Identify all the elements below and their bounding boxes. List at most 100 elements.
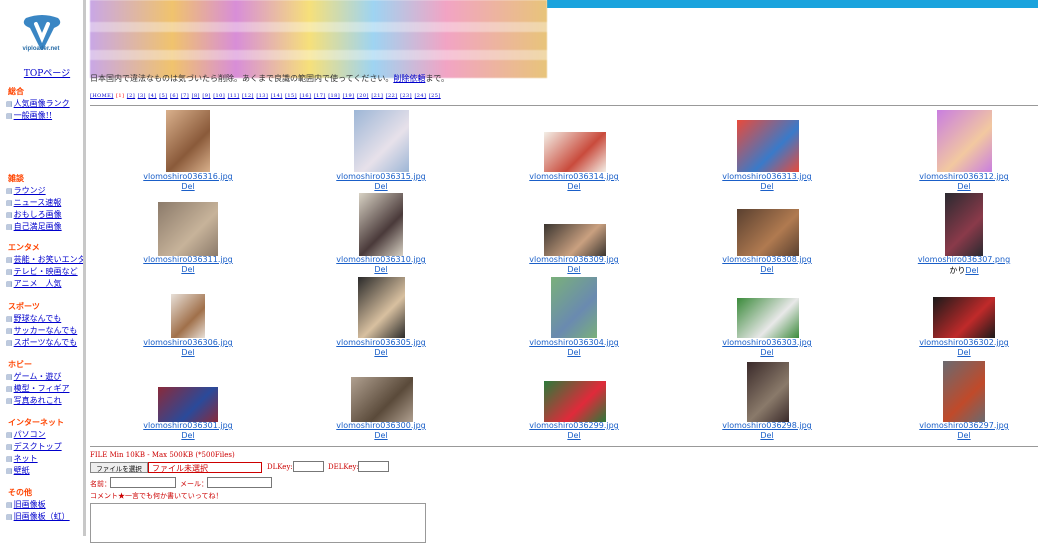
image-filename-link[interactable]: vlomoshiro036307.png: [918, 255, 1010, 264]
image-filename-link[interactable]: vlomoshiro036300.jpg: [336, 421, 425, 430]
sidebar-link[interactable]: ネット: [14, 454, 38, 463]
page-link[interactable]: [21]: [371, 93, 383, 99]
sidebar-link[interactable]: ゲーム・遊び: [14, 372, 62, 381]
image-thumbnail[interactable]: [737, 209, 799, 256]
sidebar-link[interactable]: アニメ 人気: [14, 279, 62, 288]
image-filename-link[interactable]: vlomoshiro036298.jpg: [722, 421, 811, 430]
image-filename-link[interactable]: vlomoshiro036301.jpg: [143, 421, 232, 430]
page-link[interactable]: [10]: [213, 93, 225, 99]
delete-link[interactable]: Del: [760, 431, 773, 440]
image-thumbnail[interactable]: [943, 361, 985, 422]
delete-link[interactable]: Del: [181, 431, 194, 440]
sidebar-link[interactable]: 人気画像ランク: [14, 99, 70, 108]
delete-link[interactable]: Del: [374, 431, 387, 440]
delete-link[interactable]: Del: [965, 266, 978, 275]
page-home-link[interactable]: [HOME]: [90, 93, 114, 99]
delete-link[interactable]: Del: [567, 182, 580, 191]
page-link[interactable]: [7]: [181, 93, 189, 99]
image-filename-link[interactable]: vlomoshiro036304.jpg: [529, 338, 618, 347]
image-thumbnail[interactable]: [171, 294, 205, 338]
page-link[interactable]: [6]: [170, 93, 178, 99]
sidebar-link[interactable]: 壁紙: [14, 466, 30, 475]
sidebar-link[interactable]: 模型・フィギア: [14, 384, 70, 393]
page-link[interactable]: [12]: [242, 93, 254, 99]
delete-link[interactable]: Del: [957, 182, 970, 191]
page-link[interactable]: [20]: [357, 93, 369, 99]
sidebar-link[interactable]: スポーツなんでも: [14, 338, 77, 347]
image-thumbnail[interactable]: [544, 132, 606, 172]
page-link[interactable]: [2]: [127, 93, 135, 99]
delete-link[interactable]: Del: [567, 431, 580, 440]
top-page-link[interactable]: TOPページ: [24, 69, 70, 79]
page-link[interactable]: [5]: [159, 93, 167, 99]
page-link[interactable]: [4]: [148, 93, 156, 99]
delete-link[interactable]: Del: [760, 265, 773, 274]
page-link[interactable]: [25]: [429, 93, 441, 99]
page-link[interactable]: [13]: [256, 93, 268, 99]
page-link[interactable]: [8]: [192, 93, 200, 99]
page-link[interactable]: [22]: [386, 93, 398, 99]
delete-link[interactable]: Del: [760, 348, 773, 357]
image-thumbnail[interactable]: [358, 277, 405, 338]
image-thumbnail[interactable]: [359, 193, 403, 256]
sidebar-link[interactable]: 野球なんでも: [14, 314, 62, 323]
image-filename-link[interactable]: vlomoshiro036316.jpg: [143, 172, 232, 181]
image-thumbnail[interactable]: [351, 377, 413, 422]
header-banner[interactable]: [90, 0, 547, 78]
image-filename-link[interactable]: vlomoshiro036314.jpg: [529, 172, 618, 181]
page-link[interactable]: [14]: [271, 93, 283, 99]
delete-request-link[interactable]: 削除依頼: [393, 74, 425, 83]
file-select-button[interactable]: ファイルを選択: [90, 462, 148, 473]
sidebar-link[interactable]: テレビ・映画など: [14, 267, 78, 276]
delete-link[interactable]: Del: [957, 348, 970, 357]
image-thumbnail[interactable]: [158, 202, 218, 256]
delete-link[interactable]: Del: [181, 182, 194, 191]
delete-link[interactable]: Del: [181, 265, 194, 274]
dlkey-input[interactable]: [293, 461, 324, 472]
delete-link[interactable]: Del: [567, 265, 580, 274]
name-input[interactable]: [110, 477, 176, 488]
image-filename-link[interactable]: vlomoshiro036306.jpg: [143, 338, 232, 347]
delete-link[interactable]: Del: [567, 348, 580, 357]
image-filename-link[interactable]: vlomoshiro036312.jpg: [919, 172, 1008, 181]
image-thumbnail[interactable]: [737, 298, 799, 338]
image-thumbnail[interactable]: [544, 381, 606, 422]
sidebar-link[interactable]: デスクトップ: [14, 442, 62, 451]
image-thumbnail[interactable]: [354, 110, 409, 172]
sidebar-link[interactable]: 自己満足画像: [14, 222, 62, 231]
image-filename-link[interactable]: vlomoshiro036308.jpg: [722, 255, 811, 264]
delete-link[interactable]: Del: [760, 182, 773, 191]
sidebar-link[interactable]: 旧画像板: [14, 500, 46, 509]
sidebar-link[interactable]: 写真あれこれ: [14, 396, 62, 405]
image-filename-link[interactable]: vlomoshiro036297.jpg: [919, 421, 1008, 430]
page-link[interactable]: [19]: [343, 93, 355, 99]
image-filename-link[interactable]: vlomoshiro036315.jpg: [336, 172, 425, 181]
mail-input[interactable]: [207, 477, 272, 488]
sidebar-link[interactable]: パソコン: [14, 430, 46, 439]
page-link[interactable]: [24]: [414, 93, 426, 99]
image-filename-link[interactable]: vlomoshiro036299.jpg: [529, 421, 618, 430]
image-thumbnail[interactable]: [933, 297, 995, 338]
image-filename-link[interactable]: vlomoshiro036310.jpg: [336, 255, 425, 264]
sidebar-link[interactable]: サッカーなんでも: [14, 326, 78, 335]
page-link[interactable]: [3]: [138, 93, 146, 99]
image-thumbnail[interactable]: [544, 224, 606, 256]
page-link[interactable]: [11]: [228, 93, 240, 99]
delete-link[interactable]: Del: [957, 431, 970, 440]
page-link[interactable]: [15]: [285, 93, 297, 99]
image-filename-link[interactable]: vlomoshiro036302.jpg: [919, 338, 1008, 347]
image-thumbnail[interactable]: [158, 387, 218, 422]
sidebar-link[interactable]: ラウンジ: [14, 186, 46, 195]
image-thumbnail[interactable]: [747, 362, 789, 422]
delete-link[interactable]: Del: [374, 348, 387, 357]
sidebar-link[interactable]: 旧画像板（虹）: [14, 512, 70, 521]
image-thumbnail[interactable]: [166, 110, 210, 172]
sidebar-link[interactable]: 一般画像!!: [14, 111, 52, 120]
page-link[interactable]: [16]: [299, 93, 311, 99]
delete-link[interactable]: Del: [374, 182, 387, 191]
image-filename-link[interactable]: vlomoshiro036309.jpg: [529, 255, 618, 264]
delete-link[interactable]: Del: [181, 348, 194, 357]
image-filename-link[interactable]: vlomoshiro036311.jpg: [143, 255, 232, 264]
page-link[interactable]: [17]: [314, 93, 326, 99]
sidebar-link[interactable]: ニュース速報: [14, 198, 62, 207]
